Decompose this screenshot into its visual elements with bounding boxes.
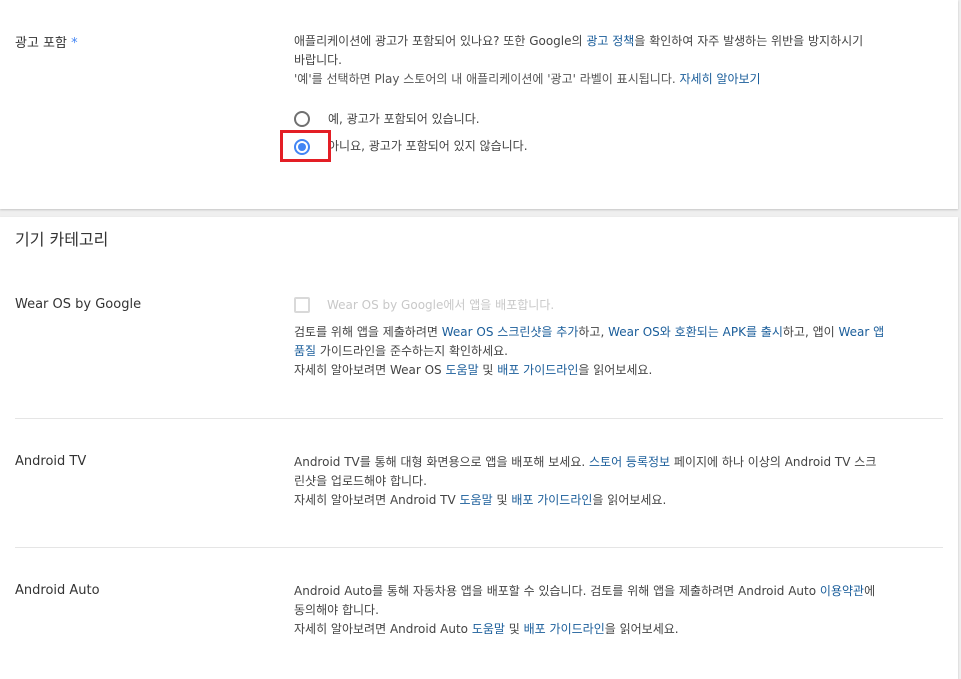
wear-apk-link[interactable]: Wear OS와 호환되는 APK를 출시 bbox=[608, 325, 783, 339]
wear-guidelines-link[interactable]: 배포 가이드라인 bbox=[497, 363, 578, 377]
wear-quality-link[interactable]: Wear 앱 bbox=[839, 325, 885, 339]
tv-help-link[interactable]: 도움말 bbox=[460, 493, 493, 507]
android-auto-description: Android Auto를 통해 자동차용 앱을 배포할 수 있습니다. 검토를… bbox=[294, 584, 876, 636]
ads-label-text: 광고 포함 bbox=[15, 36, 67, 51]
option-no-label[interactable]: 아니요, 광고가 포함되어 있지 않습니다. bbox=[328, 137, 528, 156]
wear-help-link[interactable]: 도움말 bbox=[445, 363, 478, 377]
divider bbox=[15, 547, 943, 548]
ads-card: 광고 포함 * 애플리케이션에 광고가 포함되어 있나요? 또한 Google의… bbox=[0, 0, 958, 209]
auto-guidelines-link[interactable]: 배포 가이드라인 bbox=[524, 622, 605, 636]
wear-os-description: 검토를 위해 앱을 제출하려면 Wear OS 스크린샷을 추가하고, Wear… bbox=[294, 325, 885, 377]
radio-ads-yes[interactable] bbox=[294, 111, 310, 127]
learn-more-link[interactable]: 자세히 알아보기 bbox=[680, 72, 761, 86]
wear-os-checkbox[interactable] bbox=[294, 297, 310, 313]
required-mark: * bbox=[71, 36, 78, 51]
wear-screenshot-link[interactable]: Wear OS 스크린샷을 추가 bbox=[442, 325, 579, 339]
wear-os-checkbox-label[interactable]: Wear OS by Google에서 앱을 배포합니다. bbox=[327, 296, 554, 315]
android-auto-label: Android Auto bbox=[15, 583, 100, 598]
ads-label: 광고 포함 * bbox=[15, 32, 78, 51]
tv-guidelines-link[interactable]: 배포 가이드라인 bbox=[511, 493, 592, 507]
wear-quality-link-cont[interactable]: 품질 bbox=[294, 344, 316, 358]
wear-os-label: Wear OS by Google bbox=[15, 297, 142, 312]
device-categories-card: 기기 카테고리 Wear OS by Google Wear OS by Goo… bbox=[0, 217, 958, 679]
ads-description: 애플리케이션에 광고가 포함되어 있나요? 또한 Google의 광고 정책을 … bbox=[294, 34, 864, 86]
selection-highlight-box bbox=[280, 130, 331, 162]
android-tv-label: Android TV bbox=[15, 454, 87, 469]
option-yes-label[interactable]: 예, 광고가 포함되어 있습니다. bbox=[328, 110, 480, 129]
auto-help-link[interactable]: 도움말 bbox=[472, 622, 505, 636]
store-listing-link[interactable]: 스토어 등록정보 bbox=[589, 455, 670, 469]
section-title: 기기 카테고리 bbox=[15, 230, 109, 249]
android-tv-description: Android TV를 통해 대형 화면용으로 앱을 배포해 보세요. 스토어 … bbox=[294, 455, 877, 507]
terms-link[interactable]: 이용약관 bbox=[820, 584, 864, 598]
ad-policy-link[interactable]: 광고 정책 bbox=[586, 34, 634, 48]
divider bbox=[15, 418, 943, 419]
